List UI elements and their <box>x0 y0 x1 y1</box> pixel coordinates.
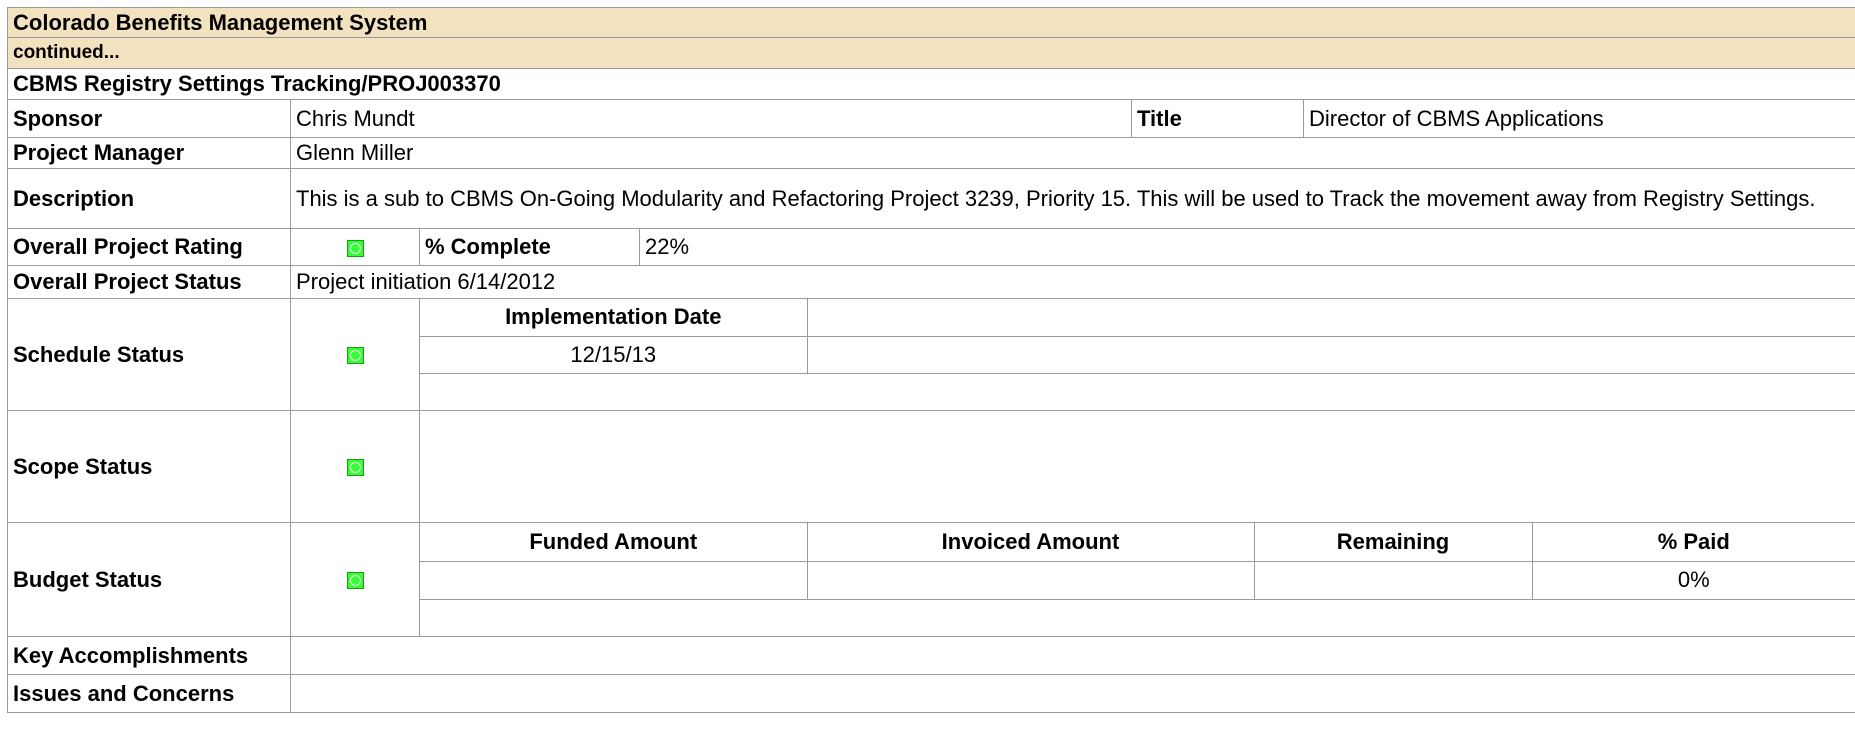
budget-detail: Funded Amount Invoiced Amount Remaining … <box>418 522 1855 637</box>
schedule-label: Schedule Status <box>7 298 291 411</box>
rating-row: Overall Project Rating % Complete 22% <box>7 228 1855 266</box>
schedule-indicator-cell <box>290 298 420 411</box>
continued-row: continued... <box>6 37 1855 69</box>
impl-date-value: 12/15/13 <box>420 336 808 374</box>
schedule-inner-table: Implementation Date 12/15/13 <box>420 299 1855 410</box>
system-title: Colorado Benefits Management System <box>6 7 1855 38</box>
funded-value <box>420 561 808 600</box>
accomplishments-value <box>289 636 1855 675</box>
scope-label: Scope Status <box>7 410 291 523</box>
schedule-empty-cell <box>807 336 1855 374</box>
remaining-header: Remaining <box>1254 523 1533 562</box>
status-row: Overall Project Status Project initiatio… <box>7 265 1855 299</box>
pm-row: Project Manager Glenn Miller <box>7 137 1855 169</box>
scope-row: Scope Status <box>7 410 1855 523</box>
description-value: This is a sub to CBMS On-Going Modularit… <box>289 168 1855 229</box>
green-status-icon <box>346 347 364 365</box>
sponsor-row: Sponsor Chris Mundt Title Director of CB… <box>7 99 1855 138</box>
sponsor-label: Sponsor <box>7 99 291 138</box>
budget-inner-table: Funded Amount Invoiced Amount Remaining … <box>420 523 1855 636</box>
project-report: Colorado Benefits Management System cont… <box>6 7 1855 713</box>
description-label: Description <box>7 168 291 229</box>
rating-cell <box>290 228 420 266</box>
title-label: Title <box>1131 99 1304 138</box>
remaining-value <box>1254 561 1533 600</box>
schedule-detail: Implementation Date 12/15/13 <box>418 298 1855 411</box>
sponsor-value: Chris Mundt <box>290 99 1132 138</box>
budget-row: Budget Status Funded Amount Invoiced Amo… <box>7 522 1855 637</box>
green-status-icon <box>346 239 364 257</box>
complete-label: % Complete <box>419 228 640 266</box>
green-status-icon <box>346 572 364 590</box>
project-name-row: CBMS Registry Settings Tracking/PROJ0033… <box>6 68 1855 100</box>
issues-value <box>289 674 1855 713</box>
schedule-row: Schedule Status Implementation Date 12/1… <box>7 298 1855 411</box>
description-row: Description This is a sub to CBMS On-Goi… <box>7 168 1855 229</box>
system-title-row: Colorado Benefits Management System <box>6 7 1855 38</box>
issues-label: Issues and Concerns <box>7 674 291 713</box>
accomplishments-row: Key Accomplishments <box>7 636 1855 675</box>
rating-label: Overall Project Rating <box>7 228 291 266</box>
pm-label: Project Manager <box>7 137 291 169</box>
funded-header: Funded Amount <box>420 523 808 562</box>
title-value: Director of CBMS Applications <box>1302 99 1855 138</box>
schedule-notes <box>421 373 1855 409</box>
budget-label: Budget Status <box>7 522 291 637</box>
issues-row: Issues and Concerns <box>7 674 1855 713</box>
paid-value: 0% <box>1532 561 1855 600</box>
impl-date-header: Implementation Date <box>420 299 808 337</box>
status-value: Project initiation 6/14/2012 <box>289 265 1855 299</box>
project-name: CBMS Registry Settings Tracking/PROJ0033… <box>6 68 1855 100</box>
invoiced-value <box>807 561 1255 600</box>
budget-indicator-cell <box>290 522 420 637</box>
pm-value: Glenn Miller <box>289 137 1855 169</box>
schedule-empty-cell <box>807 299 1855 337</box>
green-status-icon <box>346 459 364 477</box>
continued-label: continued... <box>6 37 1855 69</box>
paid-header: % Paid <box>1532 523 1855 562</box>
status-label: Overall Project Status <box>7 265 291 299</box>
scope-indicator-cell <box>290 410 420 523</box>
complete-value: 22% <box>638 228 1855 266</box>
invoiced-header: Invoiced Amount <box>807 523 1255 562</box>
report-table: Colorado Benefits Management System cont… <box>6 7 1855 713</box>
accomplishments-label: Key Accomplishments <box>7 636 291 675</box>
scope-notes <box>418 410 1855 523</box>
budget-notes <box>421 599 1855 636</box>
